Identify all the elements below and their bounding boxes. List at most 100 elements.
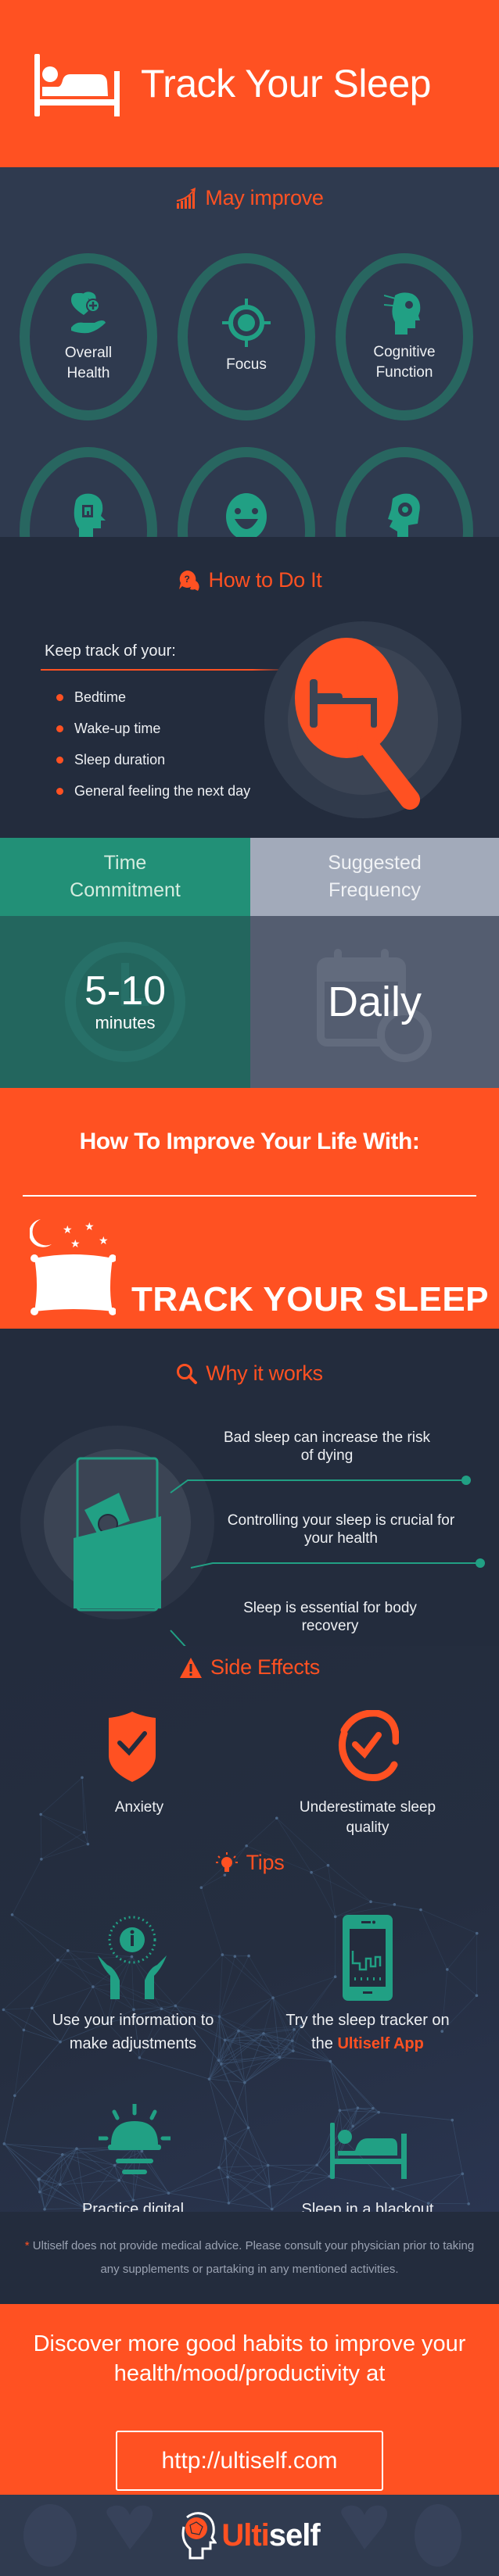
network-node xyxy=(233,1955,237,1958)
head-gear-icon xyxy=(384,292,421,335)
website-link-button[interactable]: http://ultiself.com xyxy=(116,2431,383,2491)
network-line xyxy=(31,1950,69,2009)
network-node xyxy=(393,1903,397,1906)
network-line xyxy=(67,1950,94,1987)
network-node xyxy=(467,2202,470,2206)
network-node xyxy=(224,2137,227,2141)
circle-check-icon xyxy=(338,1710,399,1782)
commitment-grid: Time Commitment Suggested Frequency 5-10… xyxy=(0,838,499,1088)
network-node xyxy=(56,1959,59,1962)
phone-tracker-icon xyxy=(343,1915,393,2001)
bed-icon xyxy=(34,54,120,116)
network-node xyxy=(81,1776,84,1780)
network-node xyxy=(271,1996,275,1999)
network-line xyxy=(168,2177,228,2194)
network-line xyxy=(4,2143,60,2185)
network-node xyxy=(61,2153,64,2156)
cta-text: Discover more good habits to improve you… xyxy=(33,2331,466,2386)
disclaimer: * Ultiself does not provide medical advi… xyxy=(0,2212,499,2304)
network-node xyxy=(475,1931,479,1935)
frequency-value: Daily xyxy=(327,979,422,1025)
network-line xyxy=(451,2120,463,2174)
reason-item: Sleep is essential for body recovery xyxy=(243,1600,417,1634)
ultiself-logo[interactable]: Ulti self xyxy=(179,2511,321,2560)
svg-text:?: ? xyxy=(184,574,189,585)
network-line xyxy=(269,2186,273,2209)
improve-life-banner: How To Improve Your Life With: ★ ★ ★ ★ T… xyxy=(0,1088,499,1329)
may-improve-heading: May improve xyxy=(0,186,499,210)
how-to-heading: ? How to Do It xyxy=(0,568,499,592)
svg-text:★: ★ xyxy=(84,1220,95,1233)
divider xyxy=(23,1195,476,1197)
network-node xyxy=(2,2008,5,2012)
network-node xyxy=(58,2183,62,2186)
network-line xyxy=(248,2127,270,2187)
network-node xyxy=(369,1900,372,1904)
why-it-works-section: Why it works Bad sleep can increase the … xyxy=(0,1329,499,1646)
network-line xyxy=(447,1933,478,1970)
network-line xyxy=(420,1909,448,1970)
page-title: Track Your Sleep xyxy=(141,62,431,106)
network-node xyxy=(356,2106,360,2109)
network-node xyxy=(270,2207,274,2211)
network-node xyxy=(199,1886,203,1890)
network-node xyxy=(227,2201,231,2205)
benefit-memory: Memory xyxy=(20,447,157,537)
time-commitment-value: 5-10 minutes xyxy=(0,916,250,1088)
time-unit: minutes xyxy=(95,1013,156,1032)
network-node xyxy=(333,1975,337,1979)
list-item: Sleep duration xyxy=(56,744,250,775)
network-line xyxy=(248,1955,274,1998)
network-line xyxy=(40,1814,88,1844)
may-improve-section: May improve Overall Health Focus Cogniti… xyxy=(0,167,499,537)
network-node xyxy=(92,1985,95,1988)
network-node xyxy=(31,2006,34,2010)
track-intro: Keep track of your: xyxy=(45,642,176,660)
network-line xyxy=(447,1969,477,1996)
network-line xyxy=(267,2165,330,2177)
network-line xyxy=(235,1955,250,1957)
network-node xyxy=(221,1953,224,1956)
pillow-moon-icon: ★ ★ ★ ★ xyxy=(30,1219,116,1315)
network-node xyxy=(377,2110,380,2114)
reason-item: Controlling your sleep is crucial for yo… xyxy=(227,1512,455,1547)
network-node xyxy=(266,2163,270,2167)
benefit-productivity: Productivity xyxy=(336,447,473,537)
network-line xyxy=(379,2112,453,2121)
network-node xyxy=(391,2187,395,2191)
disclaimer-text: Ultiself does not provide medical advice… xyxy=(29,2239,475,2276)
network-node xyxy=(278,2055,282,2059)
sunset-icon xyxy=(99,2104,171,2174)
list-item: Wake-up time xyxy=(56,713,250,744)
network-node xyxy=(247,1954,250,1958)
network-line xyxy=(248,2127,269,2166)
network-node xyxy=(267,2184,271,2188)
network-line xyxy=(38,2154,63,2181)
benefit-focus: Focus xyxy=(178,253,315,420)
reason-item: Bad sleep can increase the risk of dying xyxy=(223,1429,431,1464)
network-node xyxy=(167,2191,171,2195)
network-line xyxy=(200,1887,223,1955)
network-line xyxy=(394,1904,422,1910)
network-line xyxy=(12,1914,68,1952)
network-node xyxy=(475,1994,479,1998)
network-line xyxy=(269,2164,318,2187)
network-node xyxy=(217,2166,221,2170)
network-node xyxy=(86,1842,90,1846)
network-node xyxy=(22,2028,26,2032)
benefit-cognitive-function: Cognitive Function xyxy=(336,253,473,420)
network-line xyxy=(14,2030,24,2096)
network-node xyxy=(275,1816,278,1820)
network-line xyxy=(41,1814,84,1833)
network-line xyxy=(244,2050,294,2083)
magnifier-bed-icon xyxy=(264,621,461,818)
ultiself-app-link[interactable]: Ultiself App xyxy=(337,2035,423,2052)
network-line xyxy=(31,1959,59,2009)
network-node xyxy=(138,2056,142,2059)
time-commitment-header: Time Commitment xyxy=(0,838,250,916)
target-icon xyxy=(222,299,271,347)
network-node xyxy=(328,2059,332,2063)
network-node xyxy=(217,2059,221,2063)
network-line xyxy=(175,1954,223,2006)
network-node xyxy=(75,2147,78,2151)
